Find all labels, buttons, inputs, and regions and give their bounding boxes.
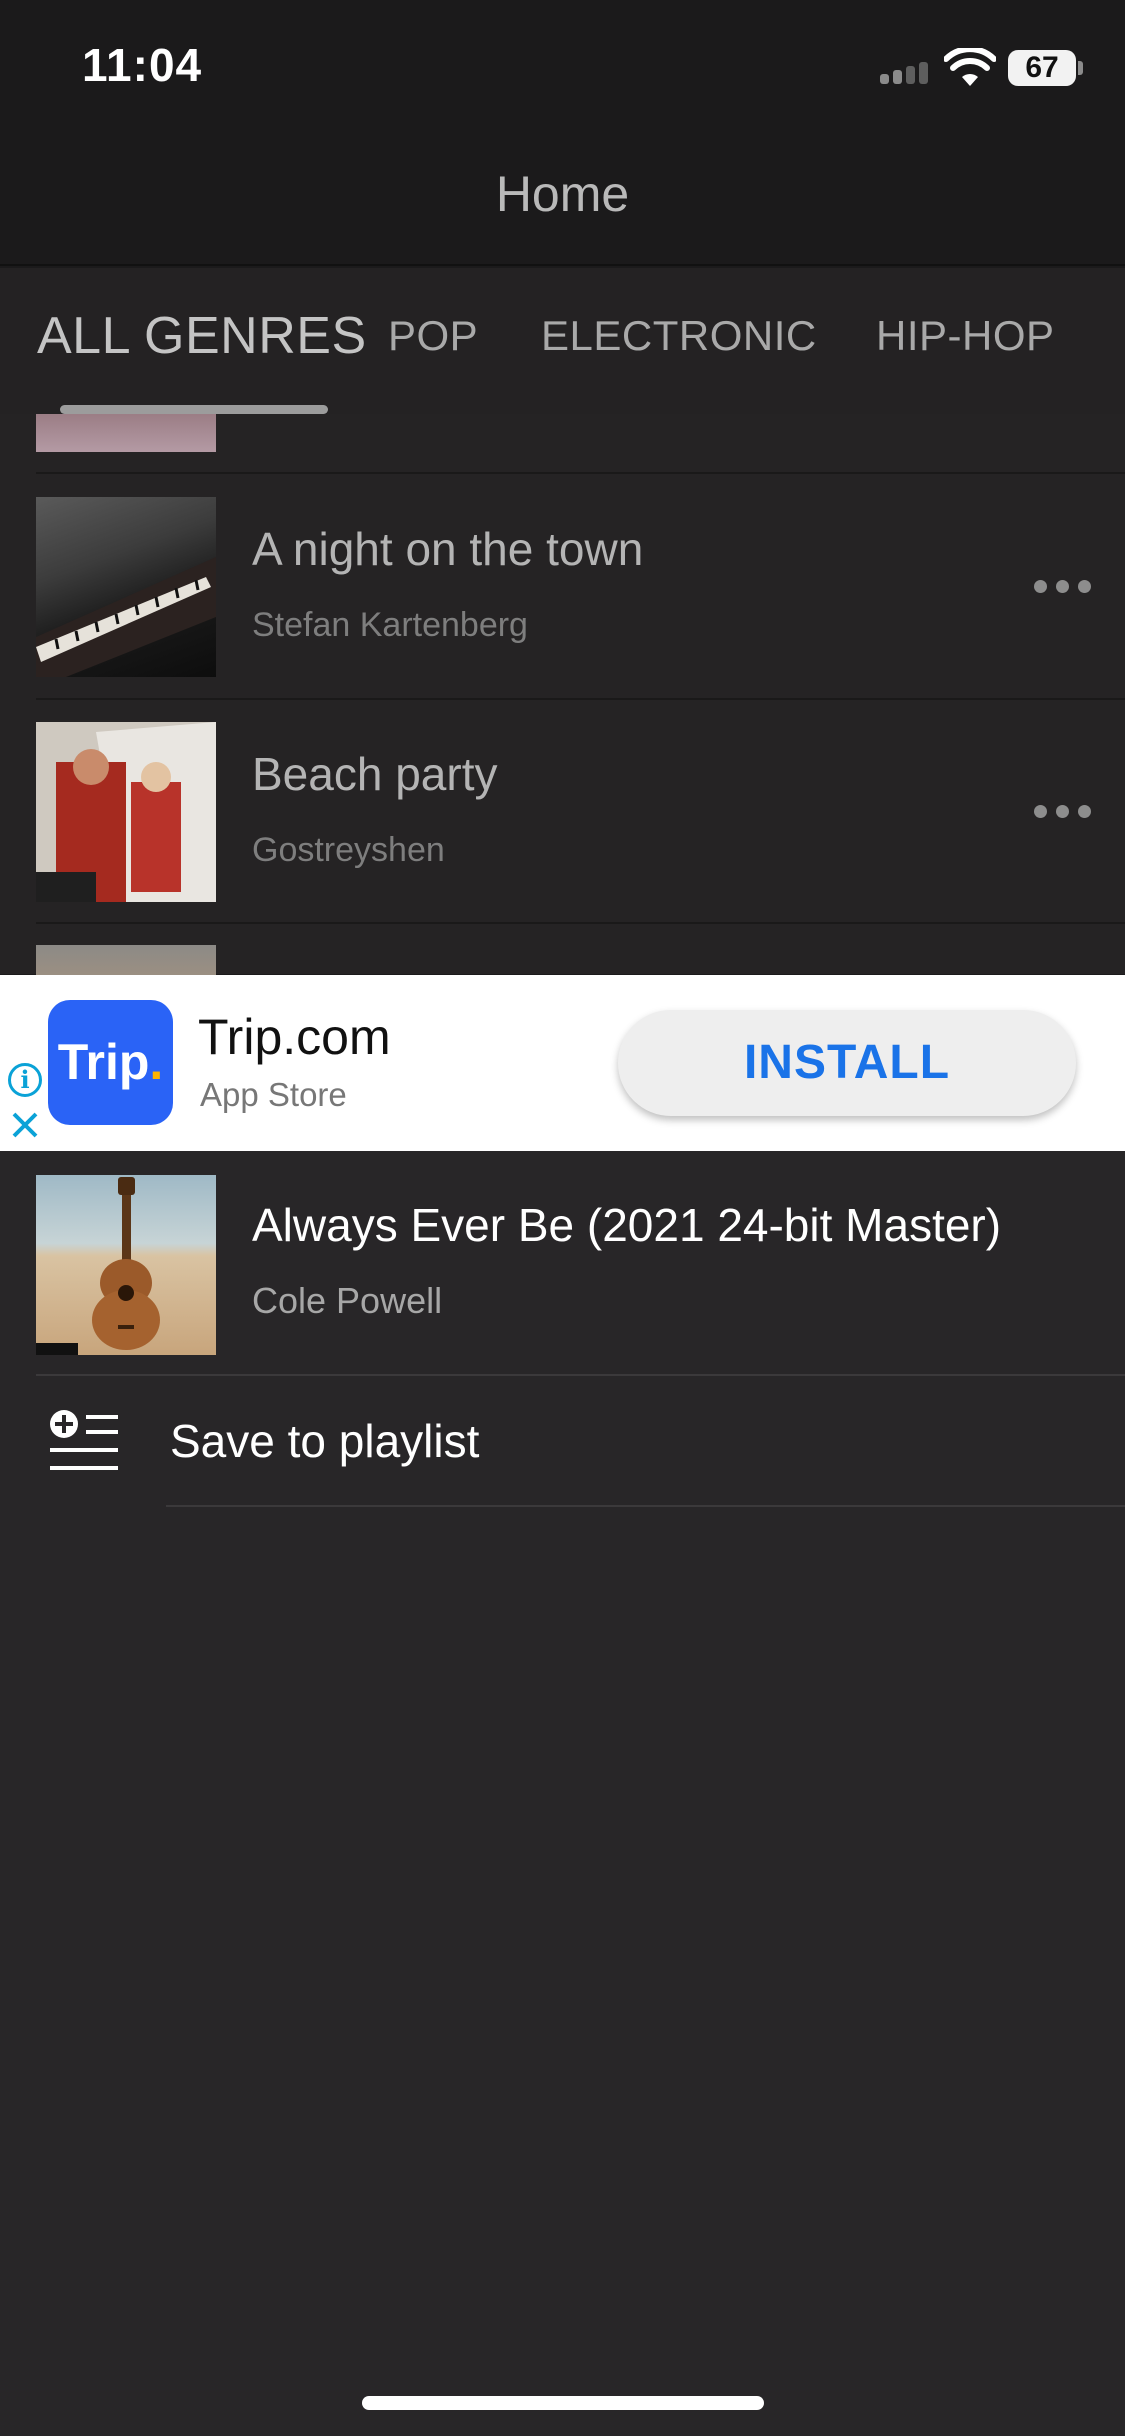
track-title: Beach party [252, 748, 498, 800]
ad-app-logo[interactable]: Trip. [48, 1000, 173, 1125]
row-divider [36, 922, 1125, 924]
tab-pop[interactable]: POP [388, 312, 478, 360]
ad-store-label: App Store [200, 1076, 347, 1113]
album-art[interactable] [36, 945, 216, 975]
ad-install-button[interactable]: INSTALL [618, 1010, 1076, 1116]
page-title: Home [495, 166, 630, 222]
home-indicator[interactable] [362, 2396, 764, 2410]
album-art [36, 497, 216, 677]
battery-tip [1078, 61, 1083, 75]
playlist-add-icon[interactable] [48, 1408, 120, 1474]
status-bar: 11:04 67 [0, 0, 1125, 130]
album-art [36, 722, 216, 902]
tab-electronic[interactable]: ELECTRONIC [541, 312, 817, 360]
action-divider [166, 1505, 1125, 1507]
tab-indicator [60, 405, 328, 414]
track-artist: Stefan Kartenberg [252, 606, 528, 644]
ad-logo-text: Trip [57, 1034, 150, 1090]
wifi-icon [944, 48, 996, 86]
sheet-track-artist: Cole Powell [252, 1280, 443, 1321]
save-to-playlist-button[interactable]: Save to playlist [170, 1414, 479, 1468]
track-title: A night on the town [252, 523, 644, 575]
album-art[interactable] [36, 414, 216, 452]
nav-divider [0, 264, 1125, 266]
cellular-signal-icon [880, 62, 936, 84]
album-art [36, 1175, 216, 1355]
more-options-icon[interactable] [1034, 580, 1094, 594]
ad-app-name[interactable]: Trip.com [198, 1008, 391, 1066]
status-time: 11:04 [82, 39, 203, 91]
tab-all-genres[interactable]: ALL GENRES [37, 306, 367, 366]
list-item[interactable]: Beach party Gostreyshen [0, 699, 1125, 924]
tab-hip-hop[interactable]: HIP-HOP [876, 312, 1055, 360]
ad-info-icon[interactable]: i [8, 1063, 42, 1097]
sheet-track-title: Always Ever Be (2021 24-bit Master) [252, 1199, 1002, 1251]
ad-logo-dot: . [149, 1034, 164, 1090]
more-options-icon[interactable] [1034, 805, 1094, 819]
ad-close-icon[interactable] [8, 1108, 42, 1142]
list-item[interactable]: A night on the town Stefan Kartenberg [0, 474, 1125, 699]
track-artist: Gostreyshen [252, 831, 445, 869]
sheet-divider [36, 1374, 1125, 1376]
battery-level: 67 [1008, 50, 1076, 86]
